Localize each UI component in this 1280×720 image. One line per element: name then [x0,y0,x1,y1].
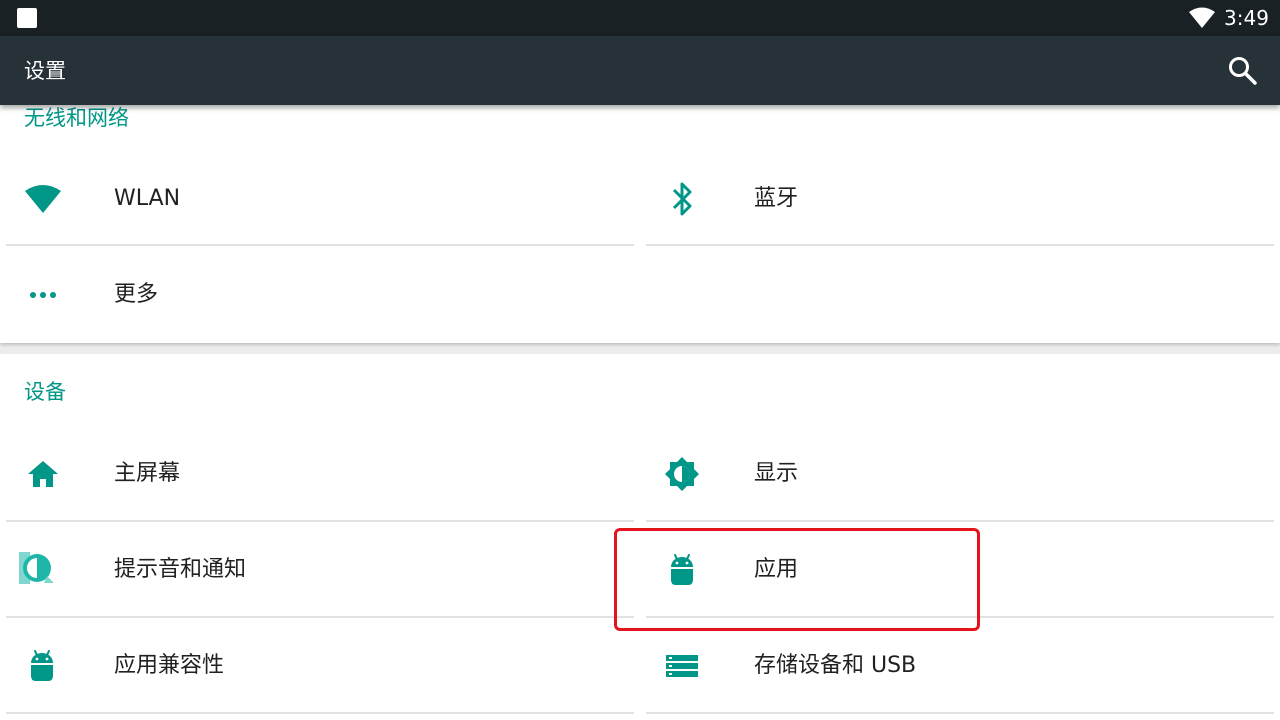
settings-item-label: 提示音和通知 [114,557,247,582]
settings-item-label: 主屏幕 [114,461,181,486]
settings-item-storage-usb[interactable]: 存储设备和 USB [646,618,1274,714]
square-notification-icon [17,8,37,28]
divider [646,712,1274,714]
settings-item-app-compatibility[interactable]: 应用兼容性 [6,618,634,714]
home-icon [28,461,58,487]
settings-item-label: 应用兼容性 [114,653,225,678]
divider [646,244,1274,246]
settings-item-more[interactable]: 更多 [6,247,634,343]
settings-item-label: 蓝牙 [754,186,799,211]
page-title: 设置 [24,59,66,83]
settings-item-wlan[interactable]: WLAN [6,151,634,247]
section-header-wireless: 无线和网络 [24,106,129,130]
clock: 3:49 [1224,6,1269,30]
highlight-box [614,528,980,631]
settings-item-label: WLAN [114,186,181,211]
app-bar: 设置 [0,36,1280,105]
search-icon[interactable] [1226,54,1260,88]
storage-icon [666,655,698,677]
settings-item-home-screen[interactable]: 主屏幕 [6,426,634,522]
android-icon [31,650,53,681]
wifi-icon [1189,7,1215,28]
brightness-icon [665,457,699,491]
settings-item-bluetooth[interactable]: 蓝牙 [646,151,1274,247]
settings-item-display[interactable]: 显示 [646,426,1274,522]
wireless-networks-card: 无线和网络 WLAN 蓝牙 更多 [0,105,1280,343]
settings-item-label: 显示 [754,461,799,486]
section-header-device: 设备 [24,380,66,404]
settings-item-label: 更多 [114,282,159,307]
divider [6,244,634,246]
more-horiz-icon [30,292,56,298]
divider [6,712,634,714]
settings-item-label: 存储设备和 USB [754,653,917,678]
settings-item-sound-notification[interactable]: 提示音和通知 [6,522,634,618]
bluetooth-icon [672,182,692,216]
wifi-icon [25,185,61,213]
notification-sound-icon [19,552,54,584]
status-bar: 3:49 [0,0,1280,36]
